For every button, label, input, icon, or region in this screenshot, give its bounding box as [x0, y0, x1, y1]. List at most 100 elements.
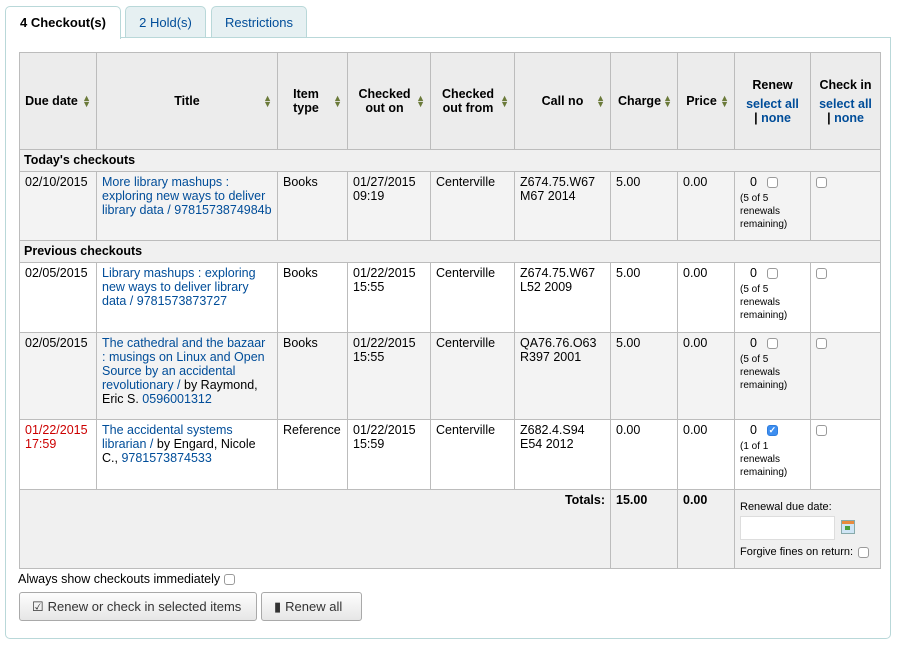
table-row: 01/22/2015 17:59 The accidental systems … — [19, 419, 881, 490]
table-row: 02/05/2015 Library mashups : exploring n… — [19, 262, 881, 333]
renew-select-none-link[interactable]: none — [761, 111, 791, 125]
charge: 5.00 — [610, 332, 678, 420]
renew-checkbox[interactable] — [766, 338, 778, 350]
totals-row: Totals: 15.00 0.00 Renewal due date: For… — [19, 489, 881, 569]
renewals-remaining: (1 of 1 renewals remaining) — [740, 441, 788, 478]
col-due-date-label: Due date — [25, 94, 78, 108]
call-no: QA76.76.O63 R397 2001 — [514, 332, 611, 420]
isbn-link[interactable]: 9781573874533 — [121, 451, 211, 465]
col-charge[interactable]: Charge ▲ ▼ — [610, 52, 678, 150]
renew-checkin-selected-button[interactable]: ☑ Renew or check in selected items — [19, 592, 257, 621]
tab-checkouts[interactable]: 4 Checkout(s) — [5, 6, 121, 39]
always-show-checkbox[interactable] — [224, 574, 236, 586]
checked-out-on: 01/22/2015 15:59 — [347, 419, 431, 490]
table-row: 02/05/2015 The cathedral and the bazaar … — [19, 332, 881, 420]
call-no: Z674.75.W67 L52 2009 — [514, 262, 611, 333]
col-price-label: Price — [686, 94, 717, 108]
checkin-checkbox[interactable] — [816, 338, 827, 350]
isbn-link[interactable]: 0596001312 — [142, 392, 212, 406]
charge: 5.00 — [610, 171, 678, 241]
renew-count: 0 — [750, 266, 757, 280]
renewals-remaining: (5 of 5 renewals remaining) — [740, 354, 788, 391]
calendar-icon[interactable] — [841, 519, 855, 534]
price: 0.00 — [677, 171, 735, 241]
col-call-no-label: Call no — [541, 94, 584, 108]
charge: 0.00 — [610, 419, 678, 490]
renew-all-label: Renew all — [285, 599, 343, 614]
checkin-checkbox[interactable] — [816, 268, 827, 280]
tab-restrictions[interactable]: Restrictions — [211, 6, 307, 37]
col-check-in: Check in select all | none — [810, 52, 881, 150]
renew-select-all-link[interactable]: select all — [746, 97, 799, 111]
group-row-today: Today's checkouts — [19, 149, 881, 172]
forgive-fines-label: Forgive fines on return: — [740, 546, 854, 558]
renew-checkbox[interactable] — [766, 268, 778, 280]
group-row-previous: Previous checkouts — [19, 240, 881, 263]
charge: 5.00 — [610, 262, 678, 333]
col-item-type[interactable]: Item type ▲ ▼ — [277, 52, 348, 150]
title-link[interactable]: More library mashups : exploring new way… — [102, 175, 272, 217]
call-no: Z674.75.W67 M67 2014 — [514, 171, 611, 241]
checkin-checkbox[interactable] — [816, 177, 827, 189]
col-price[interactable]: Price ▲ ▼ — [677, 52, 735, 150]
checkin-select-all-link[interactable]: select all — [819, 97, 872, 111]
sort-icon: ▲ ▼ — [416, 93, 425, 109]
header-row: Due date ▲ ▼ Title ▲ ▼ Item type ▲ ▼ Checked o… — [19, 52, 881, 150]
checkin-checkbox[interactable] — [816, 425, 827, 437]
col-checked-out-on[interactable]: Checked out on ▲ ▼ — [347, 52, 431, 150]
title-link[interactable]: Library mashups : exploring new ways to … — [102, 266, 256, 308]
renew-count: 0 — [750, 175, 757, 189]
renewal-due-date-label: Renewal due date: — [740, 501, 832, 513]
total-charge: 15.00 — [610, 489, 678, 569]
col-checked-out-on-label: Checked out on — [358, 87, 411, 115]
tab-holds[interactable]: 2 Hold(s) — [125, 6, 206, 37]
sort-icon: ▲ ▼ — [663, 93, 672, 109]
sort-icon: ▲ ▼ — [333, 93, 342, 109]
item-type: Books — [277, 262, 348, 333]
book-icon: ▮ — [274, 599, 282, 614]
checked-out-from: Centerville — [430, 419, 515, 490]
col-checked-out-from-label: Checked out from — [441, 87, 495, 115]
table-row: 02/10/2015 More library mashups : explor… — [19, 171, 881, 241]
renew-count: 0 — [750, 423, 757, 437]
col-item-type-label: Item type — [293, 87, 319, 115]
checked-out-on: 01/27/2015 09:19 — [347, 171, 431, 241]
sort-icon: ▲ ▼ — [500, 93, 509, 109]
item-type: Books — [277, 332, 348, 420]
renew-checkin-selected-label: Renew or check in selected items — [47, 599, 242, 614]
check-square-icon: ☑ — [32, 599, 44, 614]
col-due-date[interactable]: Due date ▲ ▼ — [19, 52, 97, 150]
renewal-options: Renewal due date: Forgive fines on retur… — [734, 489, 881, 569]
totals-label: Totals: — [19, 489, 611, 569]
renew-checkbox-checked[interactable]: ✓ — [766, 425, 778, 437]
checkouts-table: Due date ▲ ▼ Title ▲ ▼ Item type ▲ ▼ Checked o… — [19, 52, 881, 569]
item-type: Reference — [277, 419, 348, 490]
due-date-overdue: 01/22/2015 17:59 — [19, 419, 97, 490]
sort-icon: ▲ ▼ — [82, 93, 91, 109]
col-call-no[interactable]: Call no ▲ ▼ — [514, 52, 611, 150]
col-renew: Renew select all | none — [734, 52, 811, 150]
checkouts-panel: Due date ▲ ▼ Title ▲ ▼ Item type ▲ ▼ Checked o… — [5, 37, 891, 639]
price: 0.00 — [677, 419, 735, 490]
checked-out-from: Centerville — [430, 262, 515, 333]
col-checked-out-from[interactable]: Checked out from ▲ ▼ — [430, 52, 515, 150]
checked-out-on: 01/22/2015 15:55 — [347, 332, 431, 420]
col-title[interactable]: Title ▲ ▼ — [96, 52, 278, 150]
col-title-label: Title — [174, 94, 200, 108]
checkin-select-none-link[interactable]: none — [834, 111, 864, 125]
sort-icon: ▲ ▼ — [263, 93, 272, 109]
group-label: Today's checkouts — [19, 149, 881, 172]
separator: | — [754, 110, 758, 125]
renew-checkbox[interactable] — [766, 177, 778, 189]
always-show-option: Always show checkouts immediately — [18, 572, 236, 586]
separator: | — [827, 110, 831, 125]
renew-all-button[interactable]: ▮ Renew all — [261, 592, 362, 621]
due-date: 02/05/2015 — [19, 332, 97, 420]
renewal-due-date-input[interactable] — [740, 516, 835, 540]
item-type: Books — [277, 171, 348, 241]
col-renew-label: Renew — [752, 77, 793, 92]
checked-out-from: Centerville — [430, 332, 515, 420]
group-label: Previous checkouts — [19, 240, 881, 263]
renew-count: 0 — [750, 336, 757, 350]
forgive-fines-checkbox[interactable] — [858, 546, 870, 558]
